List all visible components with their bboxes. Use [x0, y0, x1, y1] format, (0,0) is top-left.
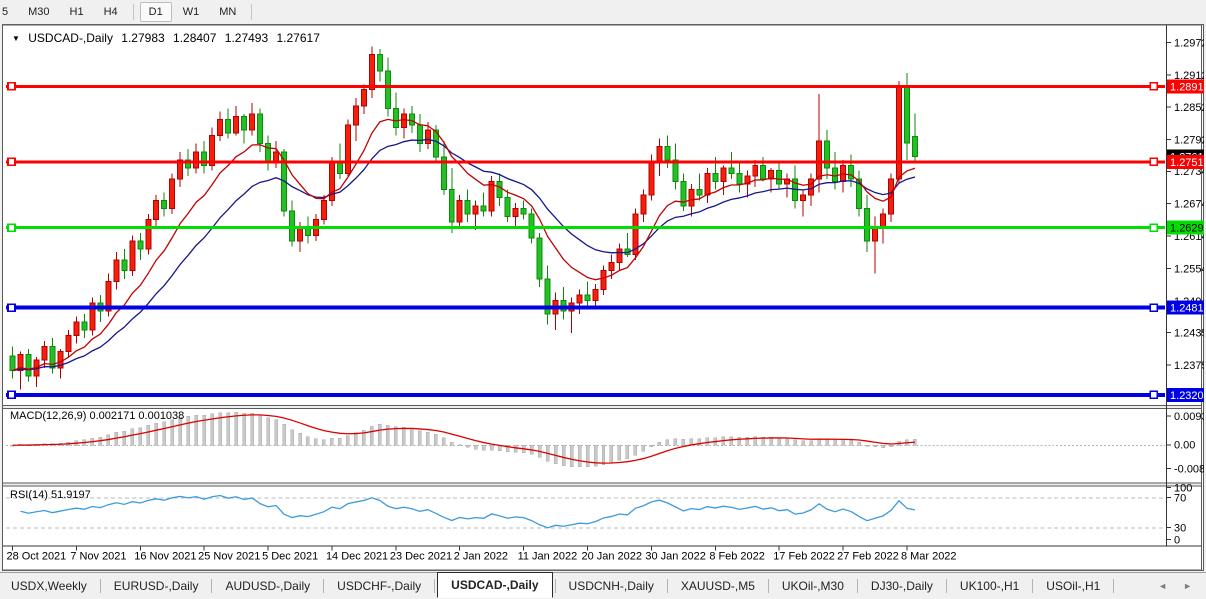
rsi-axis-tick: 0	[1174, 535, 1180, 547]
date-axis-label: 11 Jan 2022	[518, 551, 578, 563]
tab-separator	[211, 579, 212, 593]
rsi-indicator-label: RSI(14) 51.9197	[10, 489, 91, 501]
chart-symbol-label: USDCAD-,Daily	[28, 31, 113, 45]
level-price-badge: 1.27515	[1170, 157, 1204, 169]
date-axis-label: 23 Dec 2021	[390, 551, 452, 563]
timeframe-button-w1[interactable]: W1	[174, 2, 209, 22]
chart-title: ▼ USDCAD-,Daily 1.27983 1.28407 1.27493 …	[12, 31, 325, 45]
tab-separator	[667, 579, 668, 593]
rsi-axis-tick: 30	[1174, 523, 1186, 535]
level-line-1.28912	[6, 85, 1165, 88]
timeframe-button-h1[interactable]: H1	[61, 2, 93, 22]
price-axis-tick: 1.26740	[1174, 199, 1204, 211]
timeframe-button-d1[interactable]: D1	[140, 2, 172, 22]
price-axis-tick: 1.28525	[1174, 102, 1204, 114]
tab-separator	[1032, 579, 1033, 593]
symbol-tab-uk100[interactable]: UK100-,H1	[949, 575, 1030, 597]
date-axis-label: 5 Dec 2021	[262, 551, 318, 563]
ohlc-close: 1.27617	[277, 31, 320, 45]
level-handle	[1150, 83, 1157, 90]
rsi-axis-tick: 70	[1174, 493, 1186, 505]
macd-indicator-label: MACD(12,26,9) 0.002171 0.001038	[10, 410, 184, 422]
mt4-application-window: 5M30H1H4D1W1MN 1.297251.291251.285251.27…	[0, 0, 1206, 599]
date-axis-label: 16 Nov 2021	[134, 551, 196, 563]
toolbar-separator	[251, 4, 252, 20]
timeframe-button-5[interactable]: 5	[0, 2, 17, 22]
level-handle	[1150, 158, 1157, 165]
symbol-tab-usdchf[interactable]: USDCHF-,Daily	[326, 575, 432, 597]
symbol-tabbar: USDX,WeeklyEURUSD-,DailyAUDUSD-,DailyUSD…	[0, 572, 1206, 599]
symbol-tab-xauusd[interactable]: XAUUSD-,M5	[670, 575, 766, 597]
level-price-badge: 1.24816	[1170, 303, 1204, 315]
level-line-1.27515	[6, 160, 1165, 163]
toolbar-separator	[133, 4, 134, 20]
symbol-tab-usoil[interactable]: USOil-,H1	[1035, 575, 1111, 597]
tab-separator	[434, 579, 435, 593]
tab-separator	[555, 579, 556, 593]
symbol-tab-usdx[interactable]: USDX,Weekly	[0, 575, 98, 597]
date-axis-label: 28 Oct 2021	[6, 551, 66, 563]
level-price-badge: 1.26297	[1170, 223, 1204, 235]
level-price-badge: 1.23200	[1170, 390, 1204, 402]
tab-separator	[946, 579, 947, 593]
price-axis-tick: 1.27925	[1174, 135, 1204, 147]
tab-scroll-right-icon[interactable]: ►	[1183, 581, 1192, 591]
date-axis-label: 27 Feb 2022	[837, 551, 899, 563]
price-axis-tick: 1.29725	[1174, 37, 1204, 49]
date-axis-label: 30 Jan 2022	[645, 551, 705, 563]
tab-separator	[768, 579, 769, 593]
price-chart-canvas[interactable]: 1.297251.291251.285251.279251.273401.267…	[2, 24, 1204, 571]
date-axis-label: 8 Feb 2022	[709, 551, 765, 563]
level-handle	[1150, 391, 1157, 398]
level-price-badge: 1.28912	[1170, 81, 1204, 93]
level-handle	[8, 224, 15, 231]
level-handle	[8, 83, 15, 90]
tab-scroll-left-icon[interactable]: ◄	[1158, 581, 1167, 591]
timeframe-button-h4[interactable]: H4	[95, 2, 127, 22]
date-axis-label: 20 Jan 2022	[582, 551, 642, 563]
symbol-tab-dj30[interactable]: DJ30-,Daily	[860, 575, 944, 597]
tab-separator	[323, 579, 324, 593]
symbol-tab-ukoil[interactable]: UKOil-,M30	[771, 575, 855, 597]
ohlc-high: 1.28407	[173, 31, 216, 45]
level-handle	[1150, 304, 1157, 311]
price-axis-tick: 1.24355	[1174, 328, 1204, 340]
symbol-tab-eurusd[interactable]: EURUSD-,Daily	[103, 575, 210, 597]
level-line-1.26297	[6, 226, 1165, 229]
level-handle	[8, 158, 15, 165]
tab-scroll-arrows: ◄►	[1158, 581, 1206, 591]
symbol-tab-usdcnh[interactable]: USDCNH-,Daily	[558, 575, 665, 597]
date-axis-label: 14 Dec 2021	[326, 551, 388, 563]
level-line-1.23200	[6, 393, 1165, 397]
macd-axis-tick: 0.009303	[1174, 411, 1204, 423]
timeframe-toolbar: 5M30H1H4 D1W1MN	[0, 0, 1206, 23]
date-axis-label: 25 Nov 2021	[198, 551, 260, 563]
level-line-1.24816	[6, 306, 1165, 310]
macd-axis-tick: -0.00801	[1174, 464, 1204, 476]
timeframe-button-mn[interactable]: MN	[210, 2, 245, 22]
macd-axis-tick: 0.00	[1174, 440, 1195, 452]
ohlc-open: 1.27983	[121, 31, 164, 45]
ohlc-low: 1.27493	[225, 31, 268, 45]
chart-dropdown-icon[interactable]: ▼	[12, 34, 20, 43]
tab-separator	[100, 579, 101, 593]
level-handle	[8, 391, 15, 398]
price-axis-tick: 1.23755	[1174, 360, 1204, 372]
level-handle	[8, 304, 15, 311]
symbol-tab-usdcad[interactable]: USDCAD-,Daily	[437, 572, 552, 598]
date-axis-label: 8 Mar 2022	[901, 551, 957, 563]
date-axis-label: 7 Nov 2021	[70, 551, 126, 563]
tab-separator	[857, 579, 858, 593]
level-handle	[1150, 224, 1157, 231]
timeframe-button-m30[interactable]: M30	[19, 2, 58, 22]
date-axis-label: 17 Feb 2022	[773, 551, 835, 563]
tab-separator	[1113, 579, 1114, 593]
date-axis-label: 2 Jan 2022	[454, 551, 508, 563]
price-axis-tick: 1.25540	[1174, 263, 1204, 275]
symbol-tab-audusd[interactable]: AUDUSD-,Daily	[214, 575, 321, 597]
